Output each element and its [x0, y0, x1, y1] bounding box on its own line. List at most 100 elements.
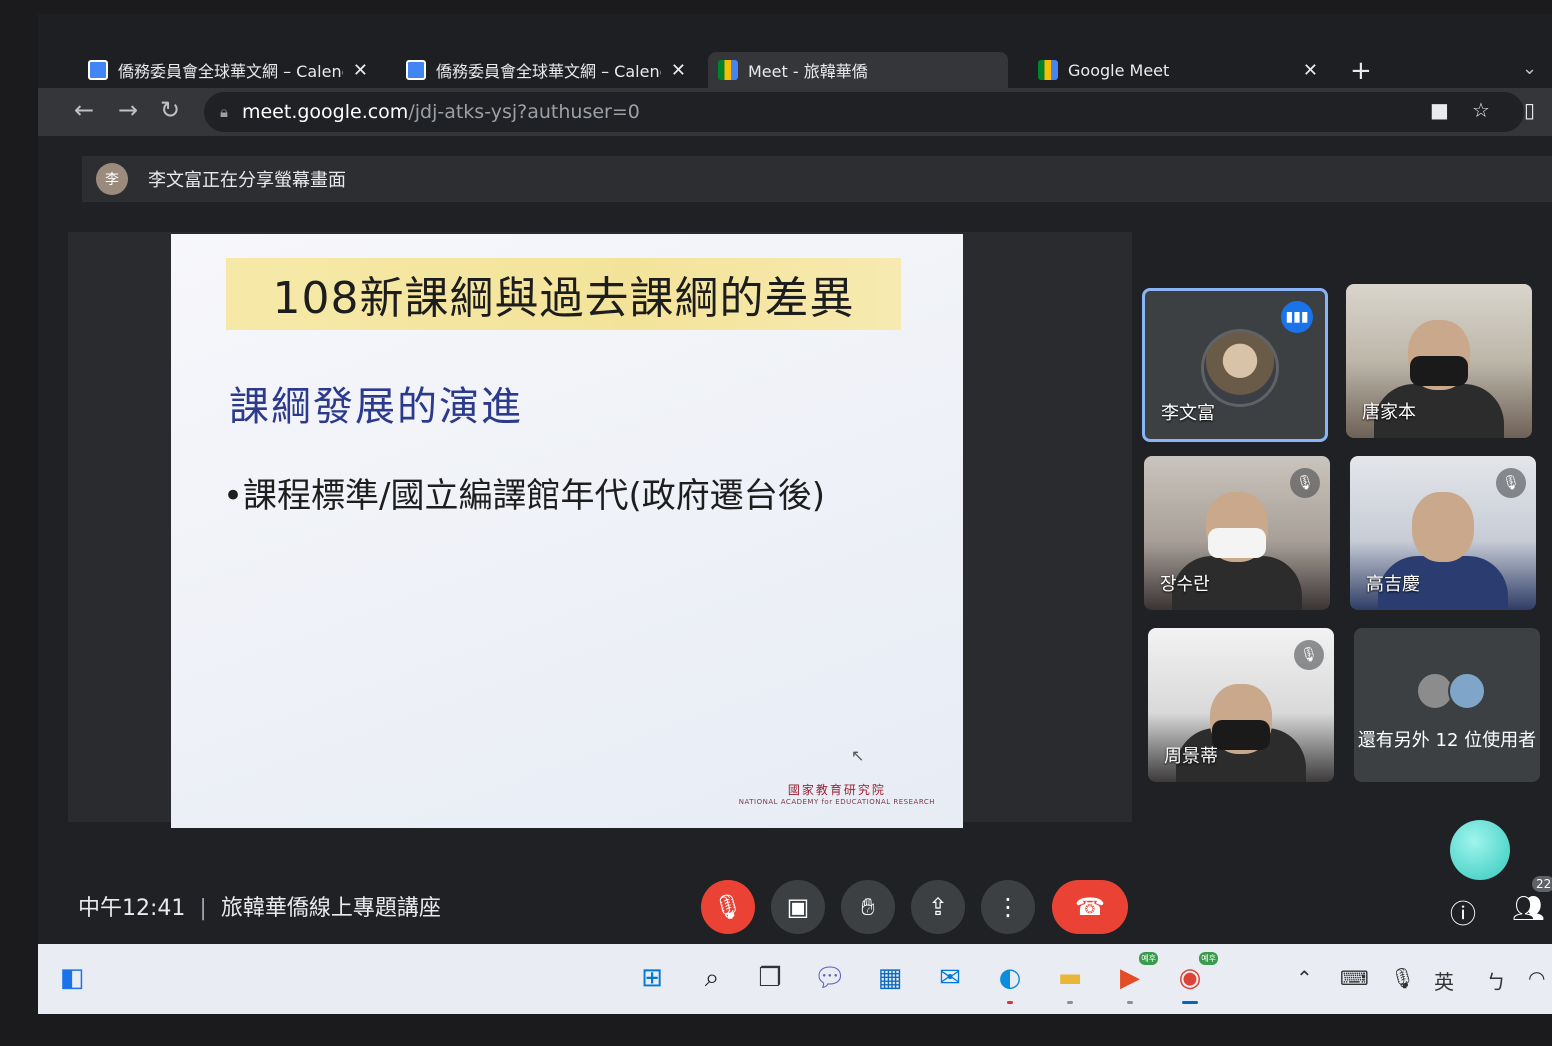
mic-off-icon: 🎙︎: [712, 893, 744, 921]
present-screen-icon: ⇪: [927, 893, 949, 921]
store-icon[interactable]: ▦: [870, 958, 910, 998]
reload-icon[interactable]: ↻: [160, 96, 180, 124]
others-label: 還有另外 12 位使用者: [1357, 730, 1537, 751]
edge-icon[interactable]: ◐: [990, 958, 1030, 1004]
participant-video: [1410, 356, 1468, 386]
slide-bullet: •課程標準/國立編譯館年代(政府遷台後): [223, 476, 826, 516]
leave-call-button[interactable]: ☎︎: [1052, 880, 1128, 934]
participant-tile[interactable]: 🎙︎ 장수란: [1144, 456, 1330, 610]
close-icon[interactable]: ✕: [353, 60, 368, 81]
tab-title: 僑務委員會全球華文網 – Calend: [436, 62, 661, 81]
others-tile[interactable]: 還有另外 12 位使用者: [1354, 628, 1540, 782]
avatar: [1448, 672, 1486, 710]
slide-title: 108新課綱與過去課綱的差異: [226, 258, 901, 330]
participant-name: 周景蒂: [1164, 746, 1218, 767]
raise-hand-button[interactable]: ✋︎: [841, 880, 895, 934]
task-view-icon[interactable]: ❐: [750, 958, 790, 998]
chrome-icon[interactable]: ◉ 예후: [1170, 952, 1218, 1004]
participant-tile[interactable]: ▮▮▮ 李文富: [1142, 288, 1328, 442]
microphone-icon[interactable]: 🎙︎: [1390, 966, 1415, 990]
meet-icon: [1038, 60, 1058, 80]
info-icon[interactable]: ⓘ: [1450, 894, 1476, 931]
wifi-icon[interactable]: ◠: [1528, 966, 1545, 990]
participant-tile[interactable]: 唐家本: [1346, 284, 1532, 438]
mic-off-icon: 🎙︎: [1496, 468, 1526, 498]
logo-text-en: NATIONAL ACADEMY for EDUCATIONAL RESEARC…: [738, 798, 935, 806]
mic-off-icon: 🎙︎: [1294, 640, 1324, 670]
url-host: meet.google.com: [241, 101, 409, 123]
tab-search-chevron-icon[interactable]: ⌄: [1522, 58, 1537, 79]
widgets-icon[interactable]: ◧: [46, 958, 98, 998]
participant-count-badge: 22: [1532, 876, 1552, 892]
more-vert-icon: ⋮: [996, 893, 1020, 921]
screen: 僑務委員會全球華文網 – Calend ✕ 僑務委員會全球華文網 – Calen…: [38, 14, 1552, 1014]
participant-video: [1208, 528, 1266, 558]
participant-tile[interactable]: 🎙︎ 周景蒂: [1148, 628, 1334, 782]
folder-icon[interactable]: ▬: [1050, 958, 1090, 1004]
camera-toggle-button[interactable]: ▣: [771, 880, 825, 934]
tab-calendar-1[interactable]: 僑務委員會全球華文網 – Calend ✕: [78, 52, 378, 88]
address-bar[interactable]: 🔒︎ meet.google.com/jdj-atks-ysj?authuser…: [204, 92, 1524, 132]
ime-mode-icon[interactable]: ㄅ: [1486, 966, 1506, 995]
forward-arrow-icon[interactable]: →: [118, 96, 138, 124]
slide-heading: 課綱發展的演進: [229, 384, 523, 430]
mic-toggle-button[interactable]: 🎙︎: [701, 880, 755, 934]
participant-name: 唐家本: [1362, 402, 1416, 423]
calendar-icon: [88, 60, 108, 80]
app-badge: 예후: [1139, 952, 1158, 965]
bookmark-star-icon[interactable]: ☆: [1472, 98, 1490, 122]
share-banner-text: 李文富正在分享螢幕畫面: [148, 170, 346, 191]
hang-up-icon: ☎︎: [1075, 893, 1105, 921]
mic-off-icon: 🎙︎: [1290, 468, 1320, 498]
participant-tile[interactable]: 🎙︎ 高吉慶: [1350, 456, 1536, 610]
url-path: /jdj-atks-ysj?authuser=0: [408, 101, 640, 123]
avatar: [1201, 329, 1279, 407]
chat-icon[interactable]: 💬︎: [810, 958, 850, 998]
video-app-icon[interactable]: ▶︎ 예후: [1110, 952, 1158, 1004]
back-arrow-icon[interactable]: ←: [74, 96, 94, 124]
keyboard-icon[interactable]: ⌨︎: [1340, 966, 1369, 990]
meeting-title: 旅韓華僑線上專題講座: [220, 896, 441, 921]
search-icon[interactable]: ⌕: [692, 958, 732, 998]
tab-calendar-2[interactable]: 僑務委員會全球華文網 – Calend ✕: [396, 52, 696, 88]
more-options-button[interactable]: ⋮: [981, 880, 1035, 934]
tab-strip: 僑務委員會全球華文網 – Calend ✕ 僑務委員會全球華文網 – Calen…: [38, 14, 1552, 98]
mouse-cursor-icon: ↖: [851, 746, 865, 765]
slide-logo: 國家教育研究院 NATIONAL ACADEMY for EDUCATIONAL…: [739, 781, 935, 806]
windows-start-icon[interactable]: ⊞: [632, 958, 672, 998]
avatar: 李: [96, 163, 128, 195]
calendar-icon: [406, 60, 426, 80]
people-icon[interactable]: 👥︎: [1512, 894, 1545, 924]
taskbar: ◧ ⊞ ⌕ ❐ 💬︎ ▦ ✉︎ ◐ ▬ ▶︎ 예후 ◉ 예후 ⌃ ⌨︎ 🎙︎ 英…: [38, 944, 1552, 1014]
mail-icon[interactable]: ✉︎: [930, 958, 970, 998]
app-badge: 예후: [1199, 952, 1218, 965]
participant-name: 장수란: [1160, 574, 1210, 595]
separator: |: [199, 896, 207, 921]
present-button[interactable]: ⇪: [911, 880, 965, 934]
participant-video: [1412, 492, 1474, 562]
tab-title: Meet - 旅韓華僑: [748, 62, 868, 81]
meeting-info: 中午12:41 | 旅韓華僑線上專題講座: [78, 890, 441, 922]
new-tab-button[interactable]: +: [1350, 56, 1372, 86]
presentation-slide: 108新課綱與過去課綱的差異 課綱發展的演進 •課程標準/國立編譯館年代(政府遷…: [171, 234, 963, 828]
hand-icon: ✋︎: [861, 893, 875, 921]
tab-title: Google Meet: [1068, 60, 1170, 80]
meet-icon: [718, 60, 738, 80]
participant-video: [1212, 720, 1270, 750]
participant-name: 李文富: [1161, 403, 1215, 424]
meet-control-bar: 中午12:41 | 旅韓華僑線上專題講座 🎙︎ ▣ ✋︎ ⇪ ⋮ ☎︎ ⓘ 👥︎ 2…: [38, 856, 1552, 944]
camera-icon[interactable]: ■: [1430, 98, 1449, 122]
meeting-time: 中午12:41: [78, 896, 186, 921]
logo-text-cn: 國家教育研究院: [787, 783, 886, 797]
tab-title: 僑務委員會全球華文網 – Calend: [118, 62, 343, 81]
side-panel-icon[interactable]: ▯: [1524, 98, 1535, 122]
participant-name: 高吉慶: [1366, 574, 1420, 595]
tab-google-meet[interactable]: Google Meet ✕: [1028, 52, 1328, 88]
lock-icon: 🔒︎: [220, 103, 228, 121]
ime-language-indicator[interactable]: 英: [1434, 966, 1454, 995]
chevron-up-icon[interactable]: ⌃: [1296, 966, 1313, 990]
close-icon[interactable]: ✕: [1303, 60, 1318, 81]
avatar-stack: [1416, 672, 1486, 710]
tab-meet-active[interactable]: Meet - 旅韓華僑: [708, 52, 1008, 88]
close-icon[interactable]: ✕: [671, 60, 686, 81]
